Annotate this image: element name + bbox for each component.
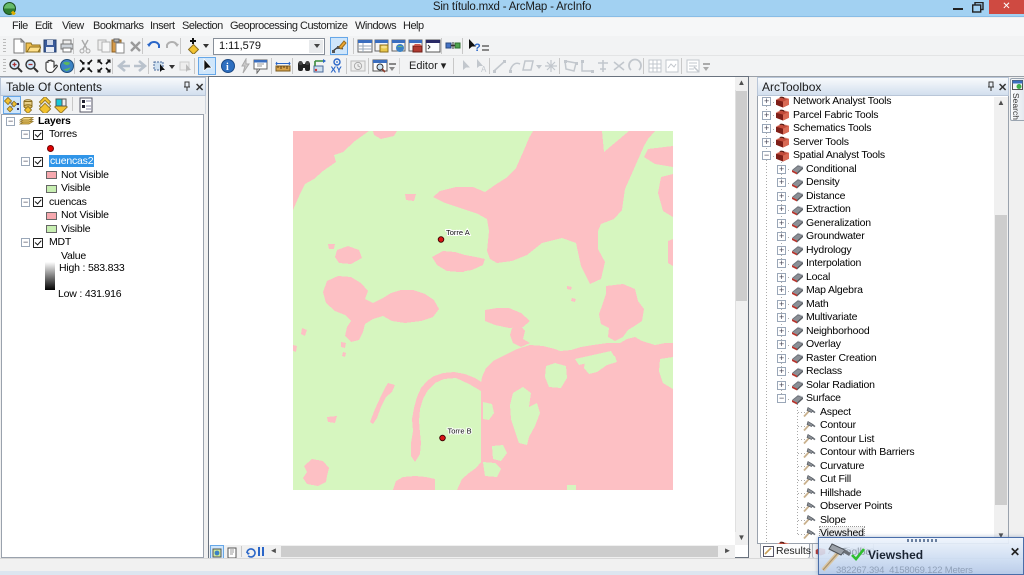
svg-text:Torre A: Torre A [446,228,470,237]
svg-text:i: i [226,62,229,73]
svg-text:XY: XY [331,65,343,75]
svg-text:Torre B: Torre B [448,427,472,436]
svg-text:A: A [481,65,487,74]
svg-text:?: ? [474,42,481,54]
